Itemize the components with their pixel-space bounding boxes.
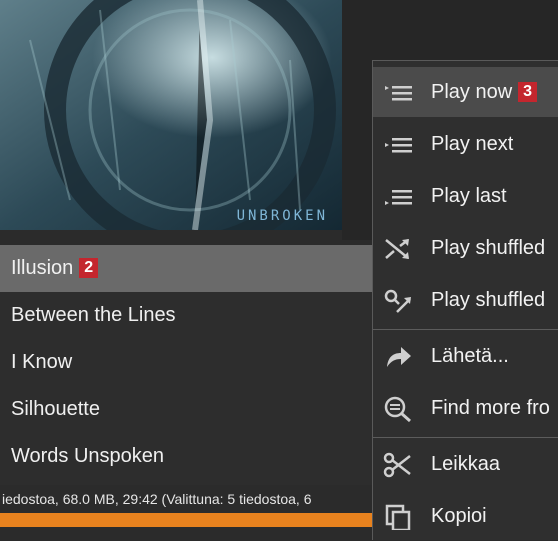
status-bar: iedostoa, 68.0 MB, 29:42 (Valittuna: 5 t… (0, 485, 372, 513)
menu-item-play-shuffled[interactable]: Play shuffled (373, 223, 558, 273)
menu-item-label: Leikkaa (431, 453, 500, 475)
menu-separator (373, 329, 558, 330)
play-last-icon (385, 190, 412, 205)
track-row-silhouette[interactable]: Silhouette (0, 386, 372, 433)
track-row-between-the-lines[interactable]: Between the Lines (0, 292, 372, 339)
menu-item-copy[interactable]: Kopioi (373, 491, 558, 541)
album-cover-title: UNBROKEN (236, 208, 328, 224)
album-art-image (0, 0, 342, 230)
menu-item-cut[interactable]: Leikkaa (373, 439, 558, 489)
menu-item-play-next[interactable]: Play next (373, 119, 558, 169)
step-badge: 2 (79, 258, 99, 278)
copy-icon (385, 504, 411, 530)
send-arrow-icon (387, 347, 411, 367)
context-menu: Play now 3 Play next Play last Play shuff… (372, 60, 558, 540)
scissors-icon (383, 452, 411, 478)
magnifier-icon (384, 396, 411, 423)
shuffle-search-icon (384, 289, 411, 313)
track-row-illusion[interactable]: Illusion 2 (0, 245, 372, 292)
menu-item-send[interactable]: Lähetä... (373, 331, 558, 381)
track-title: I Know (11, 351, 73, 373)
track-title: Illusion (11, 257, 74, 279)
menu-item-play-shuffled-2[interactable]: Play shuffled (373, 275, 558, 325)
menu-item-label: Kopioi (431, 505, 487, 527)
track-row-i-know[interactable]: I Know (0, 339, 372, 386)
menu-item-label: Play shuffled (431, 237, 546, 259)
menu-item-label: Play next (431, 133, 514, 155)
menu-separator (373, 437, 558, 438)
menu-item-label: Play shuffled (431, 289, 546, 311)
album-cover: UNBROKEN (0, 0, 342, 230)
track-title: Between the Lines (11, 304, 176, 326)
play-now-icon (385, 86, 412, 101)
shuffle-icon (385, 239, 409, 259)
menu-item-label: Play now (431, 81, 513, 103)
play-next-icon (385, 138, 412, 153)
progress-accent-bar (0, 513, 372, 527)
menu-item-label: Find more fro (431, 397, 550, 419)
menu-item-play-now[interactable]: Play now 3 (373, 67, 558, 117)
menu-item-label: Lähetä... (431, 345, 509, 367)
track-row-words-unspoken[interactable]: Words Unspoken (0, 433, 372, 480)
track-title: Silhouette (11, 398, 100, 420)
menu-item-find-more[interactable]: Find more fro (373, 383, 558, 433)
menu-item-play-last[interactable]: Play last (373, 171, 558, 221)
step-badge: 3 (518, 82, 538, 102)
track-title: Words Unspoken (11, 445, 165, 467)
menu-item-label: Play last (431, 185, 507, 207)
track-list: Illusion 2 Between the Lines I Know Silho… (0, 245, 372, 485)
